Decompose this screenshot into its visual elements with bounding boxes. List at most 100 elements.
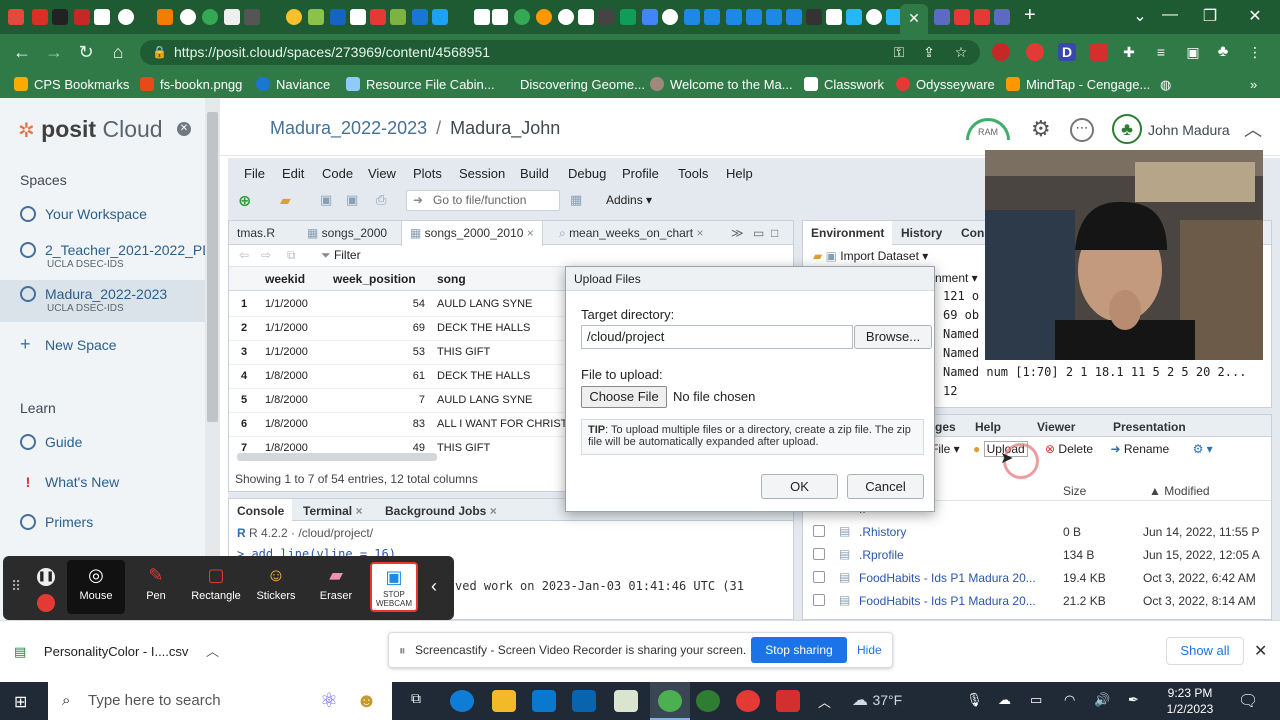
notepad-icon[interactable] bbox=[614, 690, 638, 712]
extension-icon[interactable]: D bbox=[1058, 43, 1076, 61]
address-bar[interactable]: 🔒 https://posit.cloud/spaces/273969/cont… bbox=[140, 40, 980, 65]
back-arrow-icon[interactable]: ⇦ bbox=[239, 248, 249, 262]
column-header-size[interactable]: Size bbox=[1063, 484, 1086, 498]
column-header[interactable]: weekid bbox=[265, 272, 305, 286]
tab-favicon[interactable] bbox=[370, 9, 386, 25]
tool-pen[interactable]: ✎ Pen bbox=[127, 560, 185, 614]
more-options-icon[interactable]: ⋯ bbox=[1070, 118, 1094, 142]
tab-favicon[interactable] bbox=[308, 9, 324, 25]
bookmark-item[interactable]: Naviance bbox=[256, 77, 330, 92]
import-dataset-menu[interactable]: Import Dataset ▾ bbox=[840, 249, 928, 263]
column-header-modified[interactable]: ▲ Modified bbox=[1149, 484, 1210, 498]
tab-favicon[interactable] bbox=[286, 9, 302, 25]
file-row[interactable]: ▤ FoodHabits - Ids P1 Madura 20... 21.2 KB… bbox=[803, 590, 1271, 613]
rename-button[interactable]: Rename bbox=[1124, 442, 1169, 456]
horizontal-scrollbar[interactable] bbox=[237, 453, 437, 461]
store-icon[interactable] bbox=[532, 690, 556, 712]
reading-list-icon[interactable]: ≡ bbox=[1152, 43, 1170, 61]
side-panel-icon[interactable]: ▣ bbox=[1184, 43, 1202, 61]
extension-icon[interactable] bbox=[992, 43, 1010, 61]
tab-favicon[interactable] bbox=[330, 9, 346, 25]
tab-favicon[interactable] bbox=[846, 9, 862, 25]
editor-tab-active[interactable]: ▦ songs_2000_2010 × bbox=[401, 221, 543, 246]
sidebar-item-teacher-pd[interactable]: 2_Teacher_2021-2022_PD UCLA DSEC-IDS bbox=[20, 242, 212, 270]
onedrive-icon[interactable]: ☁ bbox=[998, 692, 1011, 708]
close-tab-icon[interactable]: × bbox=[355, 504, 362, 518]
maximize-pane-icon[interactable]: □ bbox=[763, 221, 786, 245]
menu-session[interactable]: Session bbox=[459, 166, 505, 181]
download-item[interactable]: ▤ PersonalityColor - I....csv ︿ bbox=[14, 641, 224, 665]
restore-icon[interactable]: ❐ bbox=[1190, 6, 1230, 26]
share-icon[interactable]: ⇪ bbox=[920, 43, 938, 61]
file-checkbox[interactable] bbox=[813, 571, 825, 583]
bookmarks-overflow-icon[interactable]: » bbox=[1250, 77, 1257, 92]
tab-terminal[interactable]: Terminal × bbox=[295, 499, 370, 523]
back-icon[interactable]: ← bbox=[10, 42, 34, 62]
save-workspace-icon[interactable]: ▣ bbox=[826, 249, 841, 263]
menu-tools[interactable]: Tools bbox=[678, 166, 708, 181]
tab-favicon[interactable] bbox=[558, 9, 574, 25]
menu-file[interactable]: File bbox=[244, 166, 265, 181]
tab-favicon[interactable] bbox=[244, 9, 260, 25]
more-gear-icon[interactable]: ⚙ ▾ bbox=[1193, 442, 1213, 456]
tab-favicon[interactable] bbox=[766, 9, 782, 25]
show-hidden-icons-chevron-icon[interactable]: ︿ bbox=[818, 692, 831, 711]
mail-icon[interactable] bbox=[572, 690, 596, 712]
sidebar-item-new-space[interactable]: + New Space bbox=[20, 334, 117, 355]
minimize-icon[interactable]: — bbox=[1150, 6, 1190, 24]
bookmark-item[interactable]: fs-bookn.pngg bbox=[140, 77, 242, 92]
tab-favicon[interactable] bbox=[350, 9, 366, 25]
tab-favicon[interactable] bbox=[157, 9, 173, 25]
tab-favicon[interactable] bbox=[492, 9, 508, 25]
choose-file-button[interactable]: Choose File bbox=[581, 386, 667, 408]
tab-favicon[interactable] bbox=[536, 9, 552, 25]
sidebar-item-guide[interactable]: Guide bbox=[20, 434, 82, 450]
tab-favicon[interactable] bbox=[662, 9, 678, 25]
popout-icon[interactable]: ⧉ bbox=[287, 248, 296, 263]
show-all-button[interactable]: Show all bbox=[1166, 637, 1244, 665]
menu-edit[interactable]: Edit bbox=[282, 166, 304, 181]
posit-logo[interactable]: ✲ posit Cloud bbox=[18, 116, 163, 143]
menu-help[interactable]: Help bbox=[726, 166, 753, 181]
sidebar-item-your-workspace[interactable]: Your Workspace bbox=[20, 206, 147, 222]
tab-favicon[interactable] bbox=[32, 9, 48, 25]
sidebar-item-primers[interactable]: Primers bbox=[20, 514, 93, 530]
close-tab-icon[interactable]: × bbox=[696, 226, 703, 240]
user-name[interactable]: John Madura bbox=[1148, 122, 1230, 138]
tab-favicon[interactable] bbox=[704, 9, 720, 25]
breadcrumb-space-link[interactable]: Madura_2022-2023 bbox=[270, 118, 427, 138]
tab-favicon[interactable] bbox=[826, 9, 842, 25]
settings-gear-icon[interactable]: ⚙ bbox=[1031, 116, 1051, 142]
file-name-link[interactable]: FoodHabits - Ids P1 Madura 20... bbox=[859, 571, 1036, 585]
tool-mouse[interactable]: ◎ Mouse bbox=[67, 560, 125, 614]
stop-sharing-button[interactable]: Stop sharing bbox=[751, 637, 847, 663]
tab-favicon[interactable] bbox=[934, 9, 950, 25]
filter-button[interactable]: ⏷ Filter bbox=[321, 248, 361, 263]
sidebar-scrollbar-thumb[interactable] bbox=[207, 112, 218, 422]
tab-favicon[interactable] bbox=[954, 9, 970, 25]
tab-favicon[interactable] bbox=[412, 9, 428, 25]
tab-favicon[interactable] bbox=[52, 9, 68, 25]
weather-widget[interactable]: ☁ 37°F bbox=[852, 690, 902, 710]
tab-favicon[interactable] bbox=[974, 9, 990, 25]
extension-icon[interactable] bbox=[1090, 43, 1108, 61]
tab-favicon[interactable] bbox=[994, 9, 1010, 25]
acrobat-icon[interactable] bbox=[776, 690, 800, 712]
new-tab-plus-icon[interactable]: + bbox=[1024, 4, 1036, 27]
tool-eraser[interactable]: ▰ Eraser bbox=[307, 560, 365, 614]
forward-arrow-icon[interactable]: ⇨ bbox=[261, 248, 271, 262]
bookmark-item[interactable]: MindTap - Cengage... bbox=[1006, 77, 1150, 92]
column-header[interactable]: song bbox=[437, 272, 466, 286]
bookmark-item[interactable]: Classwork bbox=[804, 77, 884, 92]
print-icon[interactable]: ⎙ bbox=[376, 192, 386, 208]
chrome-icon[interactable] bbox=[736, 690, 760, 712]
browse-button[interactable]: Browse... bbox=[854, 325, 932, 349]
sidebar-item-whats-new[interactable]: ! What's New bbox=[20, 474, 120, 490]
extension-icon[interactable] bbox=[1026, 43, 1044, 61]
column-header[interactable]: week_position bbox=[333, 272, 416, 286]
save-icon[interactable]: ▣ bbox=[320, 192, 332, 208]
tab-favicon[interactable] bbox=[866, 9, 882, 25]
bookmark-item[interactable]: Discovering Geome... bbox=[520, 77, 645, 92]
file-name-link[interactable]: .Rhistory bbox=[859, 525, 906, 539]
editor-tab[interactable]: tmas.R bbox=[229, 221, 283, 245]
